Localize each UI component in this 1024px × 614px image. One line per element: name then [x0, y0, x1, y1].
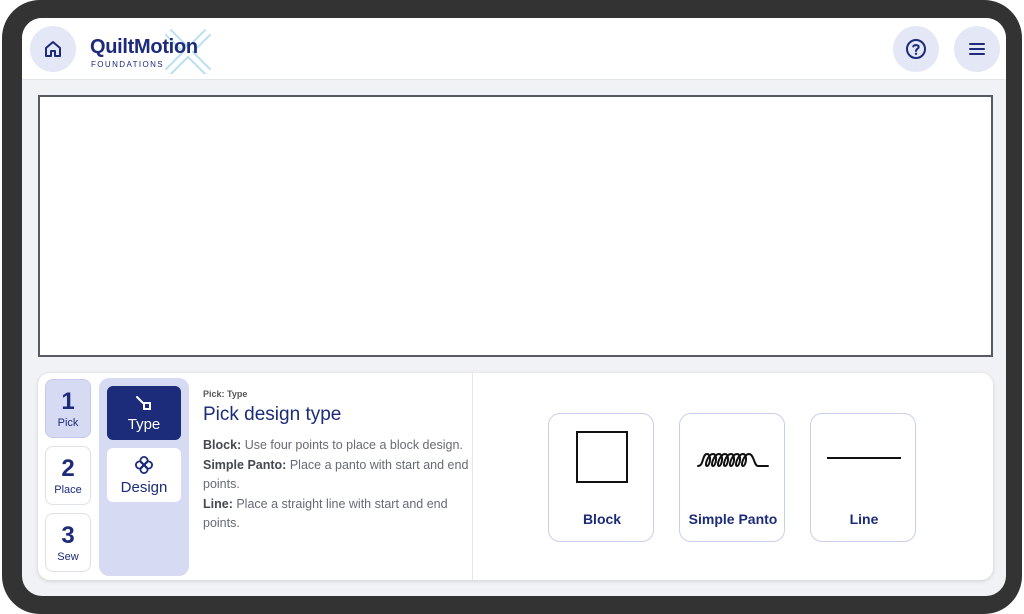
substep-label: Design: [120, 478, 168, 496]
instruction-term: Simple Panto:: [203, 457, 287, 472]
device-frame: QuiltMotion FOUNDATIONS 1 Pick 2 Place 3…: [2, 0, 1022, 614]
home-icon: [45, 41, 61, 57]
step-sew[interactable]: 3 Sew: [45, 513, 91, 572]
steps-column: 1 Pick 2 Place 3 Sew: [41, 376, 98, 577]
substep-type-button[interactable]: Type: [107, 386, 181, 440]
home-button[interactable]: [30, 26, 76, 72]
line-icon: [827, 457, 901, 459]
option-simple-panto-card[interactable]: Simple Panto: [679, 413, 785, 542]
instruction-list: Block: Use four points to place a block …: [203, 436, 473, 534]
app-screen: QuiltMotion FOUNDATIONS 1 Pick 2 Place 3…: [22, 18, 1006, 596]
substep-design-button[interactable]: Design: [107, 448, 181, 502]
option-label: Block: [582, 511, 622, 527]
app-logo: QuiltMotion FOUNDATIONS: [90, 26, 220, 74]
panel-divider: [472, 373, 473, 580]
option-block-card[interactable]: Block: [548, 413, 654, 542]
workflow-panel: 1 Pick 2 Place 3 Sew Type Design Pick: T…: [38, 373, 993, 580]
hamburger-menu-icon: [969, 43, 985, 55]
step-label: Sew: [57, 550, 79, 563]
instructions: Pick: Type Pick design type Block: Use f…: [203, 389, 473, 534]
flower-icon: [135, 455, 153, 474]
logo-name: QuiltMotion: [90, 36, 198, 58]
help-button[interactable]: [893, 26, 939, 72]
step-number: 3: [61, 521, 75, 549]
breadcrumb: Pick: Type: [203, 389, 248, 399]
help-circle-icon: [906, 39, 926, 59]
step-label: Pick: [57, 416, 79, 429]
step-number: 1: [61, 387, 75, 415]
substep-label: Type: [127, 415, 161, 433]
step-label: Place: [54, 483, 82, 496]
instruction-item: Block: Use four points to place a block …: [203, 436, 473, 456]
instruction-desc: Use four points to place a block design.: [244, 438, 463, 452]
design-canvas[interactable]: [38, 95, 993, 357]
instruction-item: Line: Place a straight line with start a…: [203, 495, 473, 534]
instruction-term: Line:: [203, 496, 233, 511]
logo-subtitle: FOUNDATIONS: [91, 60, 165, 69]
instruction-item: Simple Panto: Place a panto with start a…: [203, 456, 473, 495]
option-label: Simple Panto: [688, 511, 778, 527]
substeps-column: Type Design: [99, 378, 189, 576]
step-number: 2: [61, 454, 75, 482]
type-shape-icon: [136, 395, 151, 410]
instruction-desc: Place a straight line with start and end…: [203, 496, 448, 531]
option-line-card[interactable]: Line: [810, 413, 916, 542]
step-place[interactable]: 2 Place: [45, 446, 91, 505]
menu-button[interactable]: [954, 26, 1000, 72]
loops-icon: [697, 452, 769, 468]
square-icon: [576, 431, 628, 483]
section-title: Pick design type: [203, 404, 342, 425]
app-header: QuiltMotion FOUNDATIONS: [22, 18, 1006, 80]
option-label: Line: [849, 511, 879, 527]
step-pick[interactable]: 1 Pick: [45, 379, 91, 438]
instruction-term: Block:: [203, 438, 242, 452]
